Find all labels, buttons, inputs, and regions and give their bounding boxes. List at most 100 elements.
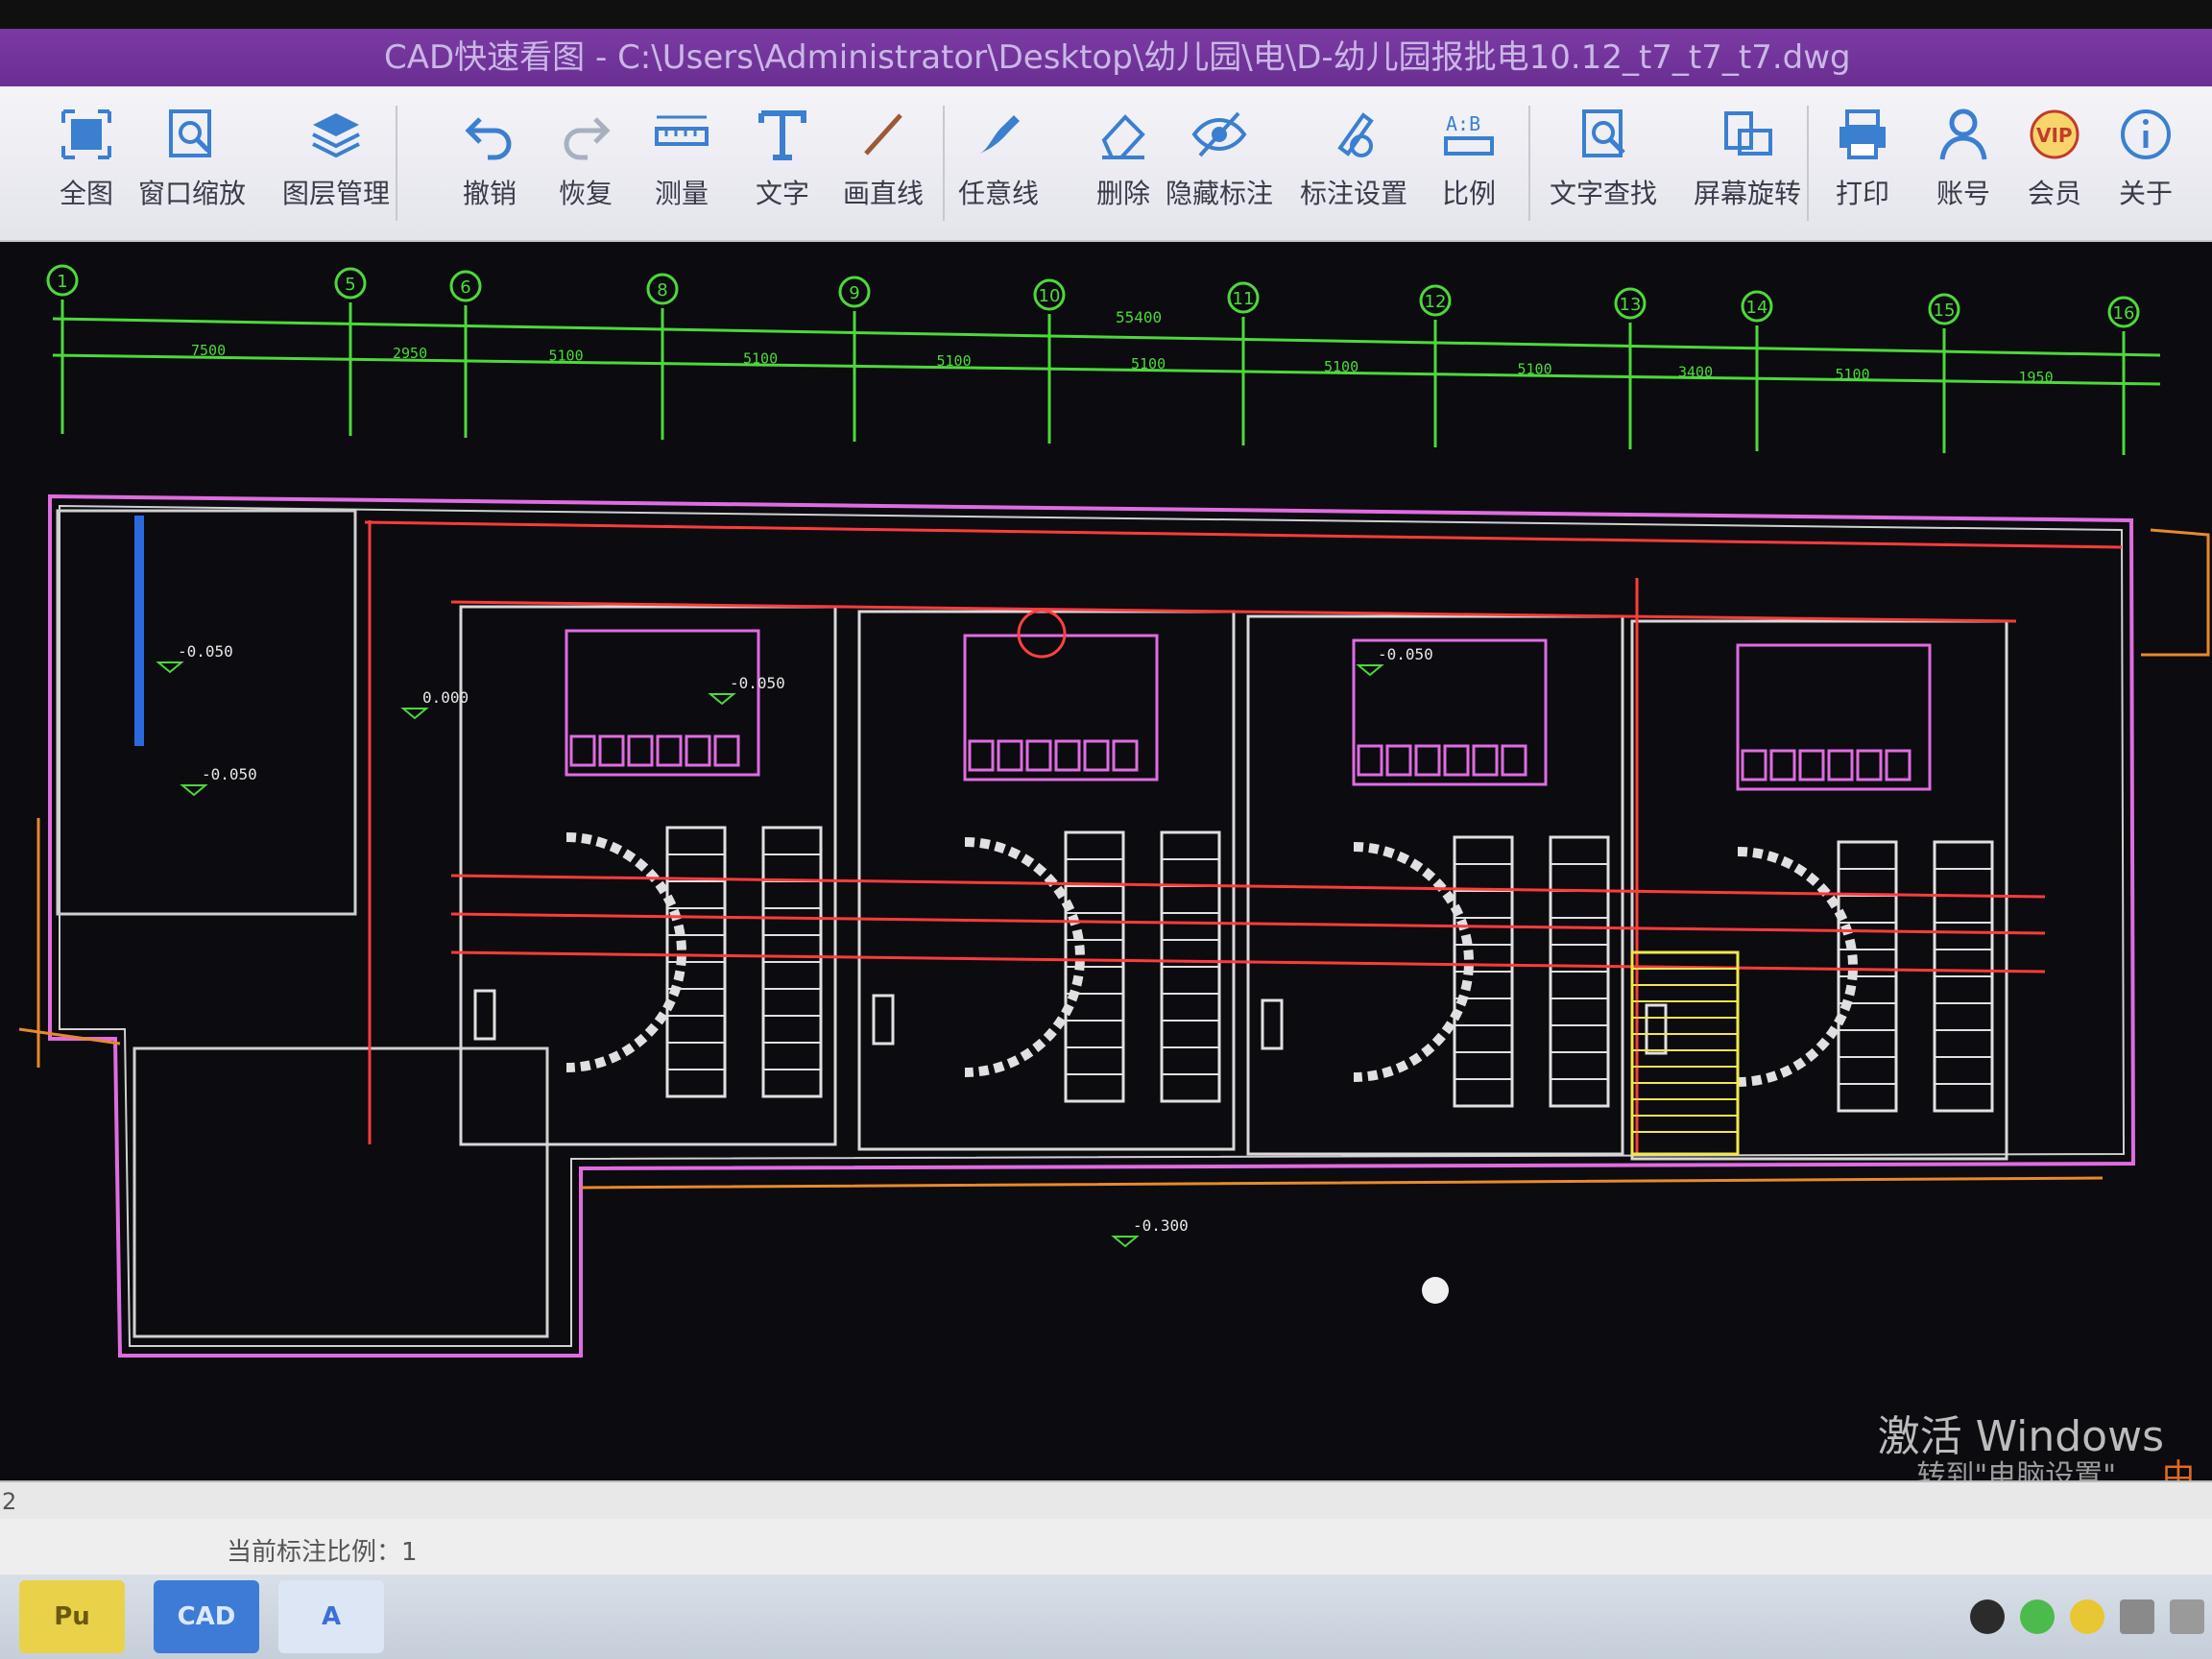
- axis-label: 13: [1620, 295, 1642, 315]
- tray-battery-icon[interactable]: [2120, 1599, 2154, 1634]
- tool-layers-button[interactable]: 图层管理: [274, 100, 398, 229]
- toilet-stall: [598, 734, 625, 767]
- tray-green-icon[interactable]: [2020, 1599, 2055, 1634]
- scale-icon: A:B: [1440, 106, 1498, 163]
- undo-icon: [461, 106, 518, 163]
- floor-plan-drawing[interactable]: 1 5 6 8 9 10 11 12 13 14 15 16554007500 2950 5100 5100…: [0, 242, 2212, 1480]
- tool-label: 窗口缩放: [137, 178, 246, 209]
- dimension-label: 5100: [937, 352, 972, 370]
- tool-label: 文字查找: [1549, 178, 1657, 209]
- tray-plus-icon[interactable]: [2070, 1599, 2104, 1634]
- dimension-label: 5100: [1131, 355, 1166, 373]
- about-icon: [2117, 106, 2175, 163]
- dimension-label: 2950: [393, 345, 427, 362]
- level-mark: -0.050: [178, 642, 233, 661]
- tool-annotation-settings-button[interactable]: 标注设置: [1291, 100, 1416, 229]
- fullview-icon: [58, 106, 115, 163]
- toilet-stall: [1025, 739, 1052, 772]
- toilet-stall: [1385, 744, 1412, 777]
- tool-label: 全图: [59, 178, 113, 209]
- level-mark: 0.000: [422, 688, 469, 707]
- tool-rotate-screen-button[interactable]: 屏幕旋转: [1685, 100, 1810, 229]
- layers-icon: [307, 106, 365, 163]
- tool-label: 图层管理: [281, 178, 390, 209]
- tool-label: 测量: [654, 178, 709, 209]
- toolbar-separator: [1528, 106, 1530, 221]
- toilet-stall: [685, 734, 711, 767]
- cad-drawing-canvas[interactable]: 1 5 6 8 9 10 11 12 13 14 15 16 55400 7500 2950 5100 5100…: [0, 242, 2212, 1480]
- panel-box: [872, 994, 895, 1046]
- tool-label: 打印: [1835, 178, 1889, 209]
- tool-label: 撤销: [462, 178, 517, 209]
- redo-icon: [557, 106, 614, 163]
- toilet-stall: [968, 739, 995, 772]
- tool-label: 比例: [1441, 178, 1496, 209]
- tray-volume-icon[interactable]: [2170, 1599, 2204, 1634]
- axis-label: 6: [460, 277, 470, 298]
- axis-label: 16: [2113, 303, 2135, 324]
- toilet-stall: [656, 734, 683, 767]
- seating-arc: [565, 832, 686, 1072]
- taskbar-app-a[interactable]: A: [278, 1580, 384, 1653]
- axis-label: 15: [1934, 301, 1956, 321]
- highlight-circle: [1017, 609, 1067, 659]
- toilet-stall: [1414, 744, 1441, 777]
- tool-text-search-button[interactable]: 文字查找: [1541, 100, 1666, 229]
- toilet-stall: [997, 739, 1023, 772]
- rotate-screen-icon: [1719, 106, 1776, 163]
- seating-arc: [964, 837, 1085, 1077]
- layout-tab[interactable]: 2: [2, 1488, 16, 1515]
- tool-label: 恢复: [558, 178, 613, 209]
- dimension-line-total: [52, 317, 2161, 357]
- level-mark-symbol: [708, 693, 736, 706]
- tool-scale-button[interactable]: A:B 比例: [1407, 100, 1531, 229]
- level-mark: -0.300: [1133, 1216, 1189, 1235]
- toilet-stall: [1769, 749, 1796, 781]
- hide-annotation-icon: [1190, 106, 1248, 163]
- tool-zoom-window-button[interactable]: 窗口缩放: [130, 100, 254, 229]
- taskbar-app-cad[interactable]: CAD: [154, 1580, 259, 1653]
- tool-label: 屏幕旋转: [1693, 178, 1801, 209]
- stair-indicator: [134, 516, 144, 746]
- level-mark: -0.050: [730, 674, 785, 692]
- level-mark-symbol: [180, 784, 208, 797]
- dimension-label: 5100: [1836, 366, 1870, 383]
- dimension-label: 3400: [1678, 363, 1713, 380]
- taskbar-app-player[interactable]: Pu: [19, 1580, 125, 1653]
- tool-label: 会员: [2027, 178, 2081, 209]
- axis-label: 11: [1233, 289, 1255, 309]
- svg-text:VIP: VIP: [2036, 124, 2073, 147]
- toilet-stall: [713, 734, 740, 767]
- tool-label: 任意线: [957, 178, 1039, 209]
- tool-label: 标注设置: [1299, 178, 1407, 209]
- tool-label: 画直线: [842, 178, 924, 209]
- print-icon: [1834, 106, 1891, 163]
- tool-about-button[interactable]: 关于: [2083, 100, 2208, 229]
- text-search-icon: [1575, 106, 1632, 163]
- toilet-stall: [1885, 749, 1911, 781]
- layout-tab-bar: 2: [0, 1480, 2212, 1521]
- dimension-label: 5100: [1324, 358, 1358, 375]
- eraser-icon: [1094, 106, 1152, 163]
- axis-label: 5: [345, 275, 355, 295]
- dimension-label: 5100: [743, 349, 778, 367]
- toilet-stall: [1054, 739, 1081, 772]
- toilet-stall: [1856, 749, 1883, 781]
- zoom-window-icon: [163, 106, 221, 163]
- toilet-stall: [1798, 749, 1825, 781]
- vip-icon: VIP: [2026, 106, 2083, 163]
- tool-hide-annotation-button[interactable]: 隐藏标注: [1157, 100, 1282, 229]
- level-mark-symbol: [1111, 1236, 1140, 1248]
- toolbar-separator: [396, 106, 397, 221]
- status-bar: 当前标注比例：1: [0, 1519, 2212, 1575]
- tool-label: 关于: [2118, 178, 2173, 209]
- panel-box: [473, 989, 496, 1041]
- tray-qq-icon[interactable]: [1970, 1599, 2005, 1634]
- dimension-label: 5100: [1518, 361, 1552, 378]
- panel-box: [1645, 1003, 1668, 1055]
- tool-freehand-button[interactable]: 任意线: [936, 100, 1061, 229]
- tool-line-button[interactable]: 画直线: [821, 100, 946, 229]
- level-mark: -0.050: [1378, 645, 1433, 663]
- dimension-label: 5100: [549, 348, 584, 365]
- axis-label: 10: [1039, 286, 1061, 306]
